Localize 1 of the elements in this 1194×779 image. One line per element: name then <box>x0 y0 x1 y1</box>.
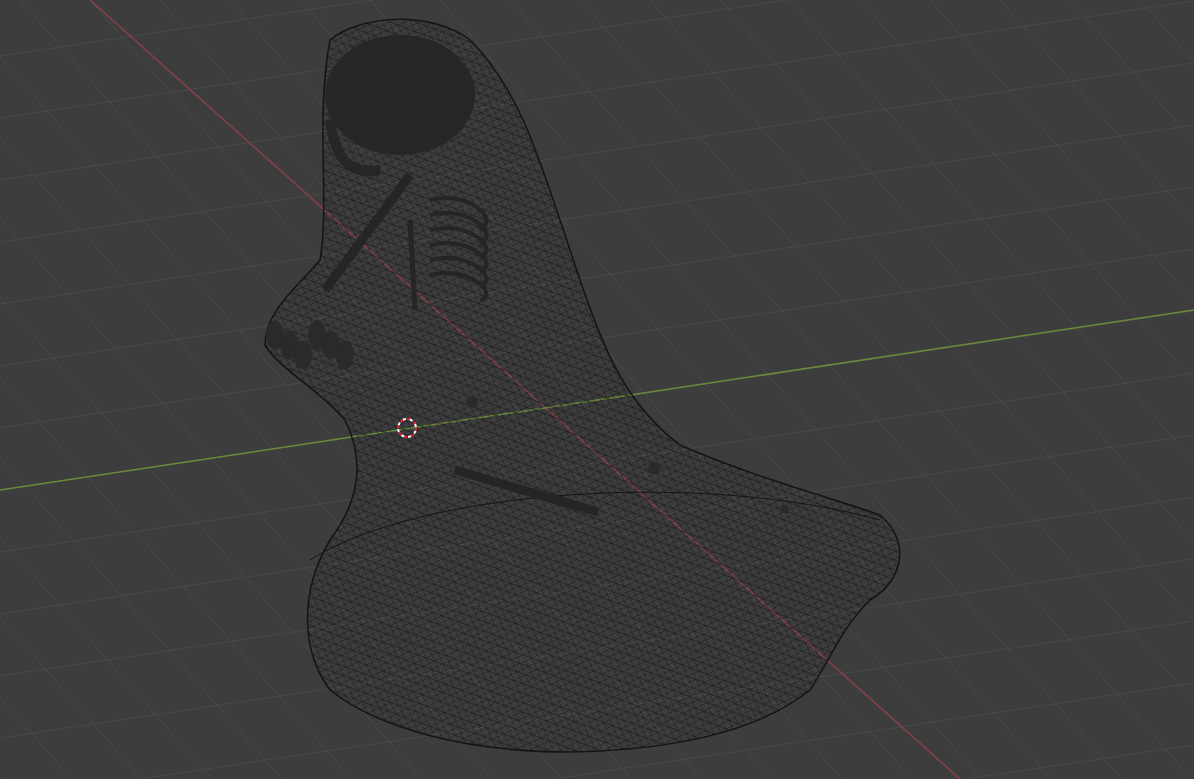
crosshair-cursor-icon[interactable] <box>397 418 417 438</box>
